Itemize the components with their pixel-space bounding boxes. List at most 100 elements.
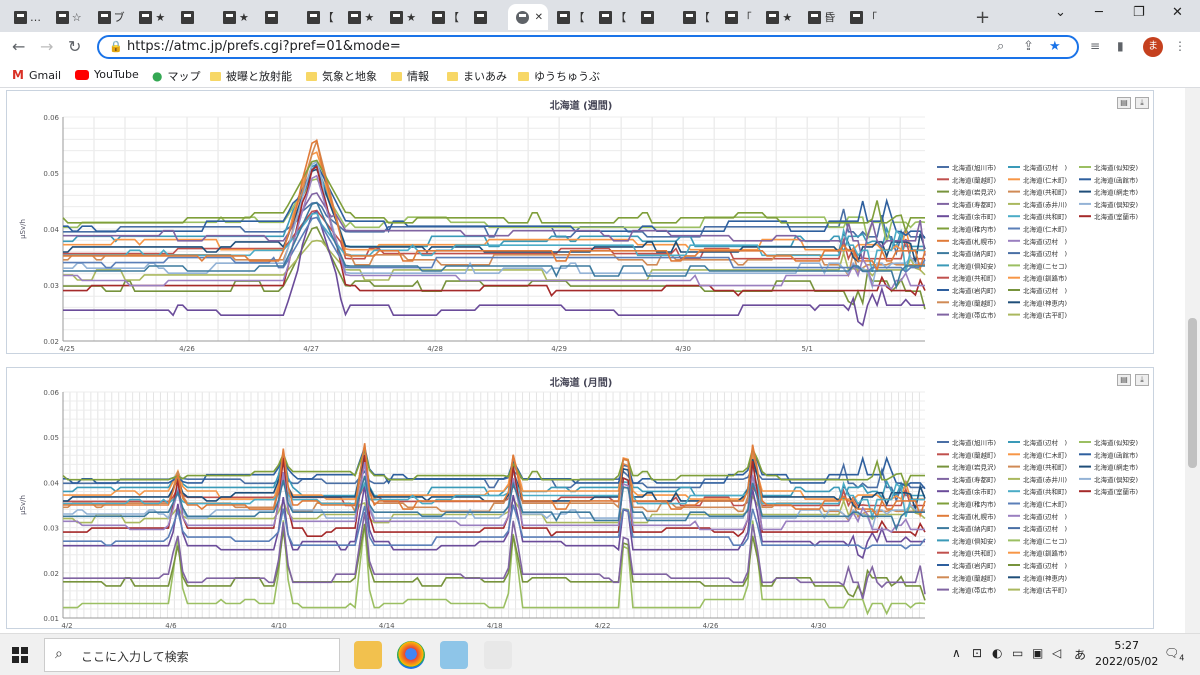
bookmark-gmail[interactable]: M Gmail xyxy=(12,68,61,82)
browser-tab[interactable]: ✕ xyxy=(507,4,548,30)
legend-label: 北海道(釧路市) xyxy=(1023,549,1067,558)
scrollbar-thumb[interactable] xyxy=(1188,318,1197,468)
bookmark-folder-1[interactable]: 被曝と放射能 xyxy=(210,68,292,84)
chevron-up-icon[interactable]: ∧ xyxy=(952,646,961,660)
legend-label: 北海道(辺村 ) xyxy=(1023,512,1067,521)
legend-label: 北海道(蘭越町) xyxy=(952,450,996,459)
browser-tab[interactable]: 「 xyxy=(717,4,757,30)
browser-tab[interactable] xyxy=(466,4,506,30)
legend-label: 北海道(岩内町) xyxy=(952,286,996,295)
windows-start-icon[interactable] xyxy=(12,647,28,663)
chevron-down-icon[interactable]: ⌄ xyxy=(1055,5,1066,20)
browser-tab[interactable] xyxy=(633,4,673,30)
tab-label: 「 xyxy=(740,11,752,24)
browser-tab[interactable]: ブ xyxy=(90,4,130,30)
file-explorer-icon[interactable] xyxy=(354,641,382,669)
legend-label: 北海道(赤井川) xyxy=(1023,200,1067,209)
lock-icon: 🔒 xyxy=(109,40,123,53)
browser-tab[interactable]: 【 xyxy=(591,4,631,30)
legend-label: 北海道(倶知安) xyxy=(952,261,996,270)
notification-icon[interactable]: 🗨4 xyxy=(1164,646,1184,662)
legend-label: 北海道(蘭越町) xyxy=(952,573,996,582)
legend-label: 北海道(帯広市) xyxy=(952,311,996,320)
legend-label: 北海道(倶知安) xyxy=(1094,200,1138,209)
minimize-button[interactable]: ─ xyxy=(1095,5,1103,20)
new-tab-button[interactable]: + xyxy=(975,7,990,28)
profile-avatar[interactable]: ま xyxy=(1143,37,1163,57)
legend-label: 北海道(仁木町) xyxy=(1023,500,1067,509)
browser-tab[interactable]: ★ xyxy=(758,4,798,30)
reading-list-icon[interactable]: ≡ xyxy=(1090,39,1100,53)
series-line xyxy=(63,524,926,601)
legend-label: 北海道(札幌市) xyxy=(952,512,996,521)
maximize-button[interactable]: ❐ xyxy=(1133,5,1145,20)
browser-tab[interactable]: 【 xyxy=(549,4,589,30)
legend-label: 北海道(辺村 ) xyxy=(1023,524,1067,533)
bookmark-maps[interactable]: ● マップ xyxy=(152,68,200,84)
browser-tab[interactable]: … xyxy=(6,4,46,30)
tab-label: 【 xyxy=(698,11,710,24)
page-scrollbar[interactable] xyxy=(1185,88,1200,633)
tray-icon[interactable]: ◐ xyxy=(992,646,1002,660)
browser-tab[interactable]: ★ xyxy=(340,4,380,30)
legend-label: 北海道(共和町) xyxy=(1023,188,1067,197)
browser-tab[interactable]: 【 xyxy=(424,4,464,30)
gmail-icon: M xyxy=(12,68,24,82)
ime-indicator[interactable]: あ xyxy=(1074,646,1086,663)
legend-label: 北海道(辺村 ) xyxy=(1023,438,1067,447)
browser-tab[interactable]: 【 xyxy=(675,4,715,30)
zoom-icon[interactable]: ⌕ xyxy=(997,39,1004,54)
app-icon[interactable] xyxy=(440,641,468,669)
browser-tab[interactable]: ★ xyxy=(382,4,422,30)
bookmark-star-icon[interactable]: ★ xyxy=(1049,39,1061,54)
tab-label: ★ xyxy=(155,10,166,24)
browser-tab[interactable]: ★ xyxy=(131,4,171,30)
legend-label: 北海道(旭川市) xyxy=(952,438,996,447)
tray-icon[interactable]: ▣ xyxy=(1032,646,1043,660)
tab-favicon-icon xyxy=(223,10,236,24)
browser-tab[interactable] xyxy=(257,4,297,30)
close-window-button[interactable]: ✕ xyxy=(1172,5,1183,20)
legend-label: 北海道(余市町) xyxy=(952,487,996,496)
tab-label: ☆ xyxy=(71,10,82,24)
folder-icon xyxy=(518,71,529,81)
browser-tab[interactable]: ★ xyxy=(215,4,255,30)
app-icon-2[interactable] xyxy=(484,641,512,669)
taskbar-clock[interactable]: 5:27 2022/05/02 xyxy=(1095,638,1158,670)
side-panel-icon[interactable]: ▮ xyxy=(1117,39,1124,53)
legend-label: 北海道(共和町) xyxy=(1023,463,1067,472)
volume-icon[interactable]: ◁ xyxy=(1052,646,1061,660)
tab-label: ★ xyxy=(782,10,793,24)
tab-favicon-icon xyxy=(432,10,445,24)
address-bar[interactable]: 🔒 https://atmc.jp/prefs.cgi?pref=01&mode… xyxy=(97,35,1079,59)
forward-icon[interactable]: → xyxy=(40,37,53,56)
browser-tab[interactable]: 【 xyxy=(299,4,339,30)
tab-label: 【 xyxy=(448,11,459,24)
browser-tab[interactable]: 「 xyxy=(842,4,882,30)
bookmark-folder-5[interactable]: ゆうちゅうぶ xyxy=(518,68,600,84)
y-tick-label: 0.05 xyxy=(43,434,59,442)
bookmark-folder-4[interactable]: まいあみ xyxy=(447,68,507,84)
browser-tab[interactable] xyxy=(173,4,213,30)
bookmark-youtube[interactable]: YouTube xyxy=(75,68,139,81)
chrome-icon[interactable] xyxy=(397,641,425,669)
browser-tab[interactable]: 昏 xyxy=(800,4,840,30)
menu-kebab-icon[interactable]: ⋮ xyxy=(1174,39,1186,53)
bookmark-folder-2[interactable]: 気象と地象 xyxy=(306,68,377,84)
reload-icon[interactable]: ↻ xyxy=(68,37,81,56)
bookmark-folder-3[interactable]: 情報 xyxy=(391,68,429,84)
legend-label: 北海道(蘭越町) xyxy=(952,298,996,307)
browser-tab[interactable]: ☆ xyxy=(48,4,88,30)
x-tick-label: 4/22 xyxy=(595,622,611,628)
share-icon[interactable]: ⇪ xyxy=(1023,39,1034,54)
tray-icon[interactable]: ⊡ xyxy=(972,646,982,660)
tab-favicon-icon xyxy=(557,10,571,24)
back-icon[interactable]: ← xyxy=(12,37,25,56)
series-line xyxy=(63,449,925,501)
taskbar-search[interactable]: ⌕ ここに入力して検索 xyxy=(44,638,340,672)
tab-favicon-icon xyxy=(348,10,362,24)
x-tick-label: 4/10 xyxy=(271,622,287,628)
x-tick-label: 4/6 xyxy=(165,622,177,628)
network-icon[interactable]: ▭ xyxy=(1012,646,1023,660)
close-tab-icon[interactable]: ✕ xyxy=(535,12,543,23)
